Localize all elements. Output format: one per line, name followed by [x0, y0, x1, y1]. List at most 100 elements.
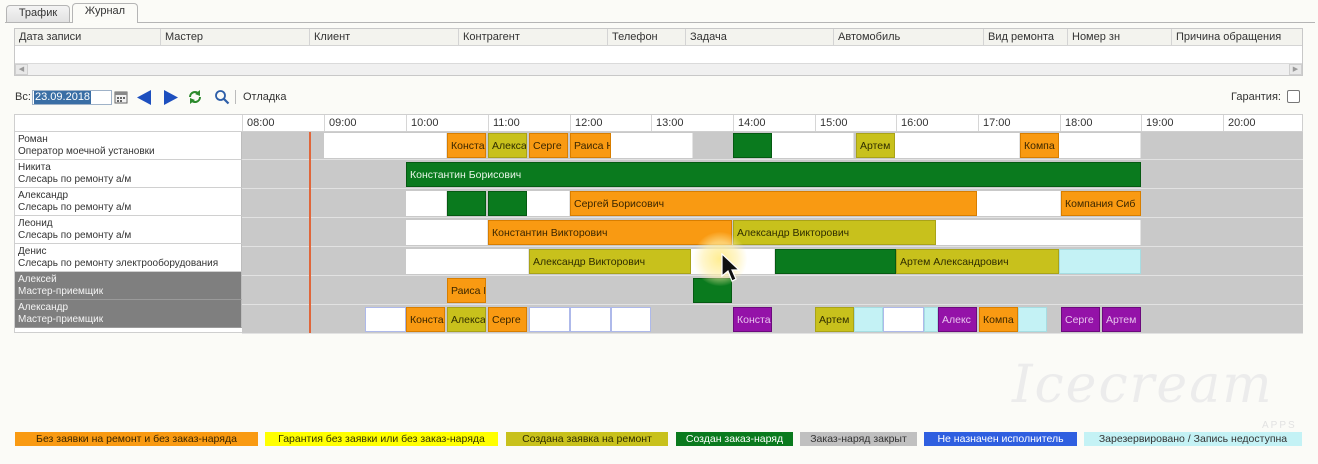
column-car[interactable]: Автомобиль: [834, 29, 984, 45]
booking-block[interactable]: Алексан: [488, 133, 527, 158]
column-order-number[interactable]: Номер зн: [1068, 29, 1172, 45]
scroll-right-icon[interactable]: ▶: [1289, 64, 1302, 75]
free-slot[interactable]: [527, 191, 570, 216]
booking-block[interactable]: Сергей Борисович: [570, 191, 977, 216]
schedule-lane[interactable]: Константин Викторович Александр Викторов…: [242, 219, 1303, 247]
staff-row[interactable]: Денис Слесарь по ремонту электрооборудова…: [15, 244, 242, 272]
column-repair-type[interactable]: Вид ремонта: [984, 29, 1068, 45]
booking-block[interactable]: Константин Викторович: [488, 220, 732, 245]
date-value[interactable]: 23.09.2018: [34, 91, 92, 104]
scroll-left-icon[interactable]: ◀: [15, 64, 28, 75]
booking-block[interactable]: Компа: [1020, 133, 1059, 158]
staff-row[interactable]: Никита Слесарь по ремонту а/м: [15, 160, 242, 188]
schedule-grid[interactable]: 08:00 09:00 10:00 11:00 12:00 13:00 14:0…: [14, 114, 1303, 334]
warranty-label: Гарантия:: [1231, 91, 1281, 103]
free-slot[interactable]: [406, 191, 447, 216]
staff-row[interactable]: Алексей Мастер-приемщик: [15, 272, 242, 300]
refresh-icon[interactable]: [187, 89, 204, 106]
column-client[interactable]: Клиент: [310, 29, 459, 45]
free-slot[interactable]: [611, 133, 693, 158]
free-slot[interactable]: [895, 133, 1020, 158]
column-date[interactable]: Дата записи: [15, 29, 161, 45]
schedule-lane[interactable]: Сергей Борисович Компания Сиб: [242, 190, 1303, 218]
schedule-lane[interactable]: Александр Викторович Артем Александрович: [242, 248, 1303, 276]
tab-traffic[interactable]: Трафик: [6, 5, 70, 22]
schedule-lane[interactable]: Раиса Н: [242, 277, 1303, 305]
staff-role: Слесарь по ремонту электрооборудования: [18, 258, 219, 269]
staff-row[interactable]: Александр Слесарь по ремонту а/м: [15, 188, 242, 216]
booking-block[interactable]: [488, 191, 527, 216]
journal-table[interactable]: Дата записи Мастер Клиент Контрагент Тел…: [14, 28, 1303, 76]
calendar-icon[interactable]: [113, 89, 130, 106]
schedule-lane[interactable]: Константин Борисович: [242, 161, 1303, 189]
schedule-lane[interactable]: Конста Алексан Серге Раиса Н Артем Компа: [242, 132, 1303, 160]
column-task[interactable]: Задача: [686, 29, 834, 45]
free-slot[interactable]: [406, 249, 529, 274]
unassigned-slot[interactable]: [611, 307, 651, 332]
hour-label: 09:00: [324, 115, 406, 131]
reserved-slot[interactable]: [1059, 249, 1141, 274]
schedule-lane[interactable]: Конста Алексан Серге Конста Артем Алекс …: [242, 306, 1303, 334]
staff-row[interactable]: Леонид Слесарь по ремонту а/м: [15, 216, 242, 244]
booking-block[interactable]: Александр Викторович: [529, 249, 691, 274]
column-contractor[interactable]: Контрагент: [459, 29, 608, 45]
booking-block[interactable]: Раиса Н: [447, 278, 486, 303]
booking-block[interactable]: Алекс: [938, 307, 977, 332]
booking-block[interactable]: Константин Борисович: [406, 162, 1141, 187]
staff-role: Мастер-приемщик: [18, 314, 104, 325]
reserved-slot[interactable]: [1018, 307, 1047, 332]
booking-block[interactable]: Конста: [447, 133, 486, 158]
booking-block[interactable]: Серге: [488, 307, 527, 332]
booking-block[interactable]: Серге: [529, 133, 568, 158]
staff-row[interactable]: Александр Мастер-приемщик: [15, 300, 242, 328]
staff-role: Слесарь по ремонту а/м: [18, 174, 132, 185]
booking-block[interactable]: Конста: [733, 307, 772, 332]
booking-block[interactable]: Конста: [406, 307, 445, 332]
hour-label: 13:00: [651, 115, 733, 131]
horizontal-scrollbar[interactable]: ◀ ▶: [15, 63, 1302, 75]
booking-block[interactable]: [775, 249, 896, 274]
free-slot[interactable]: [406, 220, 488, 245]
booking-block[interactable]: [447, 191, 486, 216]
warranty-checkbox[interactable]: [1287, 90, 1300, 103]
search-icon[interactable]: [214, 89, 231, 106]
booking-block[interactable]: Артем: [815, 307, 854, 332]
free-slot[interactable]: [772, 133, 854, 158]
watermark-sub: APPS: [1262, 420, 1297, 431]
free-slot[interactable]: [1059, 133, 1141, 158]
current-time-line: [309, 132, 311, 333]
unassigned-slot[interactable]: [570, 307, 611, 332]
staff-name: Роман: [18, 134, 48, 145]
booking-block[interactable]: [733, 133, 772, 158]
free-slot[interactable]: [936, 220, 1141, 245]
schedule-lanes[interactable]: Конста Алексан Серге Раиса Н Артем Компа…: [242, 132, 1303, 334]
unassigned-slot[interactable]: [883, 307, 924, 332]
hour-label: 08:00: [242, 115, 324, 131]
booking-block[interactable]: Александр Викторович: [733, 220, 936, 245]
booking-block[interactable]: Компания Сиб: [1061, 191, 1141, 216]
unassigned-slot[interactable]: [365, 307, 406, 332]
booking-block[interactable]: Артем: [856, 133, 895, 158]
unassigned-slot[interactable]: [529, 307, 570, 332]
booking-block[interactable]: Артем Александрович: [896, 249, 1059, 274]
booking-block[interactable]: Артем: [1102, 307, 1141, 332]
booking-block[interactable]: Алексан: [447, 307, 486, 332]
debug-button[interactable]: Отладка: [243, 91, 286, 103]
staff-row[interactable]: Роман Оператор моечной установки: [15, 132, 242, 160]
reserved-slot[interactable]: [854, 307, 883, 332]
hour-label: 16:00: [896, 115, 978, 131]
column-master[interactable]: Мастер: [161, 29, 310, 45]
column-phone[interactable]: Телефон: [608, 29, 686, 45]
prev-arrow-icon[interactable]: [136, 89, 153, 106]
free-slot[interactable]: [977, 191, 1061, 216]
hour-label: 11:00: [488, 115, 570, 131]
booking-block[interactable]: Серге: [1061, 307, 1100, 332]
reserved-slot[interactable]: [924, 307, 938, 332]
booking-block[interactable]: Компа: [979, 307, 1018, 332]
tab-journal[interactable]: Журнал: [72, 3, 138, 23]
free-slot[interactable]: [324, 133, 447, 158]
next-arrow-icon[interactable]: [162, 89, 179, 106]
date-field[interactable]: 23.09.2018: [32, 90, 112, 105]
column-reason[interactable]: Причина обращения: [1172, 29, 1302, 45]
booking-block[interactable]: Раиса Н: [570, 133, 611, 158]
